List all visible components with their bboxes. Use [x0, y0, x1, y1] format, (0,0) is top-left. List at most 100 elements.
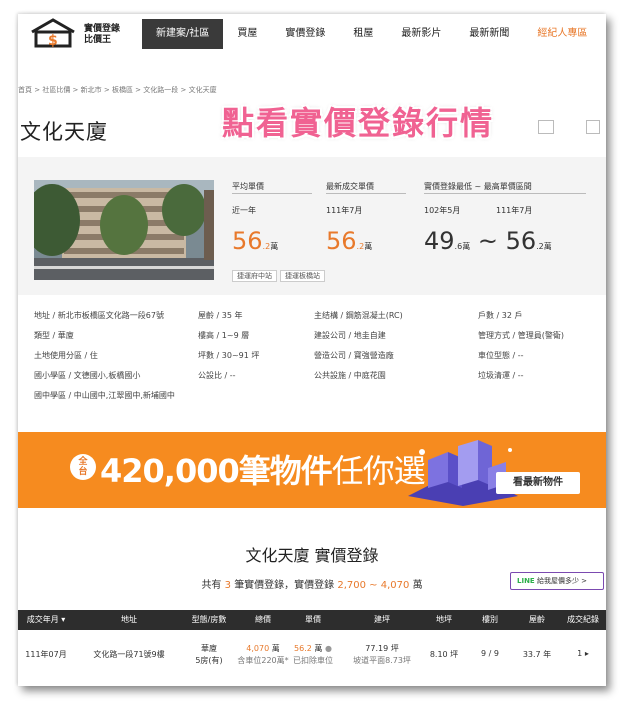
nav-buy[interactable]: 買屋: [223, 19, 271, 49]
th-records: 成交紀錄: [567, 615, 599, 624]
nav-actual-price[interactable]: 實價登錄: [271, 19, 339, 49]
row-address[interactable]: 文化路一段71號9樓: [74, 649, 184, 660]
detail-elementary-school: 國小學區 / 文德國小,板橋國小: [34, 371, 141, 380]
row-date: 111年07月: [25, 650, 67, 659]
line-price-button[interactable]: LINE 給我屋價多少 >: [510, 572, 604, 590]
ad-badge: 全 台: [70, 454, 96, 480]
detail-size: 坪數 / 30~91 坪: [198, 351, 260, 360]
range-separator: ~: [477, 227, 498, 255]
price-summary: 平均單價 近一年 56.2萬 最新成交單價 111年7月 56.2萬 實價登錄最…: [18, 157, 606, 295]
range-price-value: 49.6萬 ~ 56.2萬: [424, 227, 552, 255]
tag-mrt-fuzhong[interactable]: 捷運府中站: [232, 270, 277, 282]
detail-facilities: 公共設施 / 中庭花園: [314, 371, 386, 380]
ad-count: 420,000: [100, 452, 240, 490]
range-low-unit: 萬: [462, 242, 471, 251]
detail-builder: 建設公司 / 地圭自建: [314, 331, 386, 340]
row-records-count: 1: [577, 649, 583, 658]
row-unit-price-unit: 萬: [314, 644, 323, 653]
nav-new-projects[interactable]: 新建案/社區: [142, 19, 224, 49]
page-title: 文化天廈: [20, 120, 108, 144]
tag-mrt-banqiao[interactable]: 捷運板橋站: [280, 270, 325, 282]
avg-price-value: 56.2萬: [232, 227, 278, 255]
nav-videos[interactable]: 最新影片: [387, 19, 455, 49]
avg-price-int: 56: [232, 227, 263, 255]
row-unit-note: 已扣除車位: [293, 656, 333, 665]
ad-text-bold: 筆物件: [238, 452, 333, 490]
th-address: 地址: [121, 615, 137, 624]
row-total-unit: 萬: [271, 644, 280, 653]
avg-price-period: 近一年: [232, 206, 256, 215]
th-unit-price: 單價: [305, 615, 321, 624]
latest-divider: [326, 193, 406, 194]
latest-price-value: 56.2萬: [326, 227, 372, 255]
summary-count: 3: [224, 580, 231, 591]
row-records[interactable]: 1 ▸: [560, 649, 606, 658]
summary-mid: 筆實價登錄，實價登錄: [234, 580, 335, 591]
promo-overlay: 點看實價登錄行情: [222, 104, 495, 142]
detail-management: 管理方式 / 管理員(警衛): [478, 331, 565, 340]
nav-rent[interactable]: 租屋: [339, 19, 387, 49]
logo-text: 實價登錄 比價王: [84, 24, 120, 46]
transactions-title-name: 文化天廈: [245, 546, 310, 565]
share-button[interactable]: [538, 120, 554, 134]
summary-prefix: 共有: [201, 580, 222, 591]
range-low-int: 49: [424, 227, 455, 255]
row-unit-price-value: 56.2: [294, 644, 312, 653]
avg-price-label: 平均單價: [232, 182, 264, 191]
row-building-note: 坡道平面8.73坪: [353, 656, 411, 665]
detail-contractor: 營造公司 / 寶強營造廠: [314, 351, 394, 360]
avg-divider: [232, 193, 312, 194]
ad-badge-top: 全: [78, 457, 88, 467]
latest-price-int: 56: [326, 227, 357, 255]
detail-public-ratio: 公設比 / --: [198, 371, 236, 380]
range-high-int: 56: [505, 227, 537, 255]
detail-structure: 主结構 / 鋼筋混凝土(RC): [314, 311, 403, 320]
row-age: 33.7 年: [522, 650, 552, 659]
chevron-right-icon: ▸: [584, 649, 589, 658]
listing-ad-banner[interactable]: 全 台 420,000筆物件任你選 看最新物件: [18, 432, 606, 508]
ad-headline: 420,000筆物件任你選: [100, 446, 426, 492]
detail-units: 戶數 / 32 戶: [478, 311, 523, 320]
detail-age: 屋齡 / 35 年: [198, 311, 243, 320]
latest-price-date: 111年7月: [326, 206, 363, 215]
table-row[interactable]: 111年07月 文化路一段71號9樓 華廈 5房(有) 4,070 萬 含車位2…: [18, 630, 606, 686]
info-icon[interactable]: ●: [325, 644, 332, 653]
main-nav: 新建案/社區 買屋 實價登錄 租屋 最新影片 最新新聞 經紀人專區: [142, 19, 601, 49]
latest-price-label: 最新成交單價: [326, 182, 374, 191]
range-high-dec: .2: [536, 242, 544, 251]
detail-floors: 樓高 / 1~9 層: [198, 331, 250, 340]
range-high-date: 111年7月: [496, 206, 533, 215]
row-floor: 9 / 9: [481, 649, 499, 658]
site-header: $ 實價登錄 比價王 新建案/社區 買屋 實價登錄 租屋 最新影片 最新新聞 經…: [18, 14, 606, 54]
th-date[interactable]: 成交年月 ▾: [18, 610, 74, 630]
site-logo[interactable]: $ 實價登錄 比價王: [28, 18, 138, 50]
row-total-value: 4,070: [246, 644, 270, 653]
transactions-title-suffix: 實價登錄: [314, 546, 379, 565]
nav-news[interactable]: 最新新聞: [455, 19, 523, 49]
range-high-unit: 萬: [543, 242, 552, 251]
detail-type: 類型 / 華廈: [34, 331, 74, 340]
transactions-title: 文化天廈 實價登錄: [18, 542, 606, 566]
th-floor: 樓別: [482, 615, 498, 624]
view-latest-listings-button[interactable]: 看最新物件: [496, 472, 580, 494]
summary-range: 2,700 ~ 4,070: [337, 580, 410, 591]
house-logo-icon: $: [31, 18, 75, 49]
row-building-area: 77.19 坪: [365, 644, 399, 653]
ad-badge-bottom: 台: [78, 467, 88, 477]
nav-agent-zone[interactable]: 經紀人專區: [523, 19, 601, 49]
summary-unit: 萬: [412, 580, 423, 591]
th-age: 屋齡: [529, 615, 545, 624]
latest-price-unit: 萬: [364, 242, 373, 251]
th-building-area: 建坪: [374, 615, 390, 624]
range-price-label: 實價登錄最低 ~ 最高單價區間: [424, 182, 532, 191]
row-unit-price: 56.2 萬 ●: [284, 643, 342, 654]
detail-address: 地址 / 新北市板橋區文化路一段67號: [34, 311, 164, 320]
building-photo-image: [34, 180, 214, 280]
logo-line1: 實價登錄: [84, 24, 121, 34]
more-button[interactable]: [586, 120, 600, 134]
breadcrumb[interactable]: 首頁 > 社區比價 > 新北市 > 板橋區 > 文化路一段 > 文化天廈: [18, 85, 217, 95]
line-label: LINE: [517, 577, 535, 585]
line-text: 給我屋價多少 >: [536, 577, 588, 585]
transactions-table-header: 成交年月 ▾ 地址 型態/房數 總價 單價 建坪 地坪 樓別 屋齡 成交紀錄: [18, 610, 606, 630]
row-land-area: 8.10 坪: [429, 650, 459, 659]
